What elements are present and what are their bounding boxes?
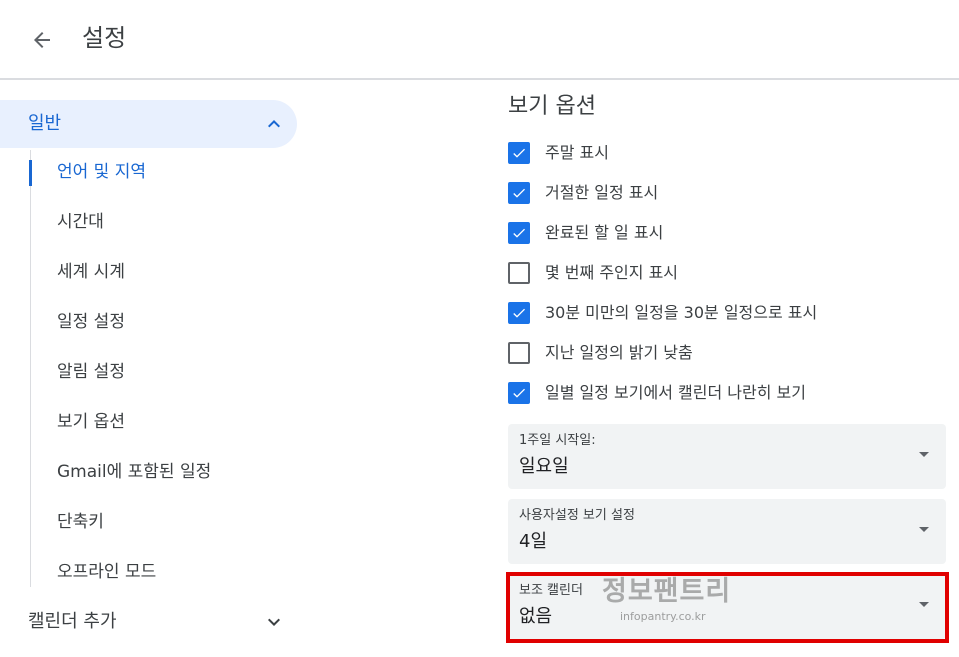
sidebar-item-view-options[interactable]: 보기 옵션 — [30, 400, 290, 444]
back-button[interactable] — [24, 22, 60, 58]
checkbox-label: 30분 미만의 일정을 30분 일정으로 표시 — [545, 303, 818, 322]
checkbox[interactable] — [508, 182, 530, 204]
sidebar-item-label: 단축키 — [57, 512, 104, 532]
section-title: 보기 옵션 — [508, 94, 596, 119]
sidebar-item-label: 언어 및 지역 — [57, 162, 147, 182]
checkmark-icon — [513, 388, 525, 398]
checkmark-icon — [513, 148, 525, 158]
active-indicator — [29, 160, 32, 186]
select-label: 사용자설정 보기 설정 — [519, 508, 635, 523]
sidebar-item-label: 일반 — [28, 113, 62, 134]
checkbox-row-show-weekends[interactable]: 주말 표시 — [506, 138, 946, 168]
sidebar-item-label: 캘린더 추가 — [28, 611, 117, 632]
checkbox[interactable] — [508, 222, 530, 244]
view-options-panel: 보기 옵션 주말 표시 거절한 일정 표시 완료된 할 일 표시 몇 번째 주인… — [506, 80, 959, 657]
sidebar-item-general[interactable]: 일반 — [0, 100, 297, 148]
select-label: 1주일 시작일: — [519, 433, 596, 448]
sidebar-item-timezone[interactable]: 시간대 — [30, 200, 290, 244]
checkmark-icon — [513, 308, 525, 318]
sidebar-item-label: 보기 옵션 — [57, 412, 125, 432]
chevron-up-icon — [268, 120, 280, 128]
checkbox-label: 거절한 일정 표시 — [545, 183, 659, 202]
arrow-left-icon — [34, 32, 50, 48]
checkbox-label: 몇 번째 주인지 표시 — [545, 263, 679, 282]
checkbox-row-show-week-numbers[interactable]: 몇 번째 주인지 표시 — [506, 258, 946, 288]
sidebar-item-label: 일정 설정 — [57, 312, 125, 332]
caret-down-icon — [919, 527, 929, 532]
caret-down-icon — [919, 452, 929, 457]
sidebar-item-shortcuts[interactable]: 단축키 — [30, 500, 290, 544]
checkbox[interactable] — [508, 382, 530, 404]
header: 설정 — [0, 0, 959, 78]
checkbox-label: 완료된 할 일 표시 — [545, 223, 664, 242]
checkbox-row-short-events[interactable]: 30분 미만의 일정을 30분 일정으로 표시 — [506, 298, 946, 328]
checkbox-label: 일별 일정 보기에서 캘린더 나란히 보기 — [545, 383, 806, 402]
sidebar-item-gmail-events[interactable]: Gmail에 포함된 일정 — [30, 450, 290, 494]
checkbox-row-side-by-side[interactable]: 일별 일정 보기에서 캘린더 나란히 보기 — [506, 378, 946, 408]
sidebar-item-label: 오프라인 모드 — [57, 562, 157, 582]
checkmark-icon — [513, 188, 525, 198]
sidebar-item-label: Gmail에 포함된 일정 — [57, 462, 212, 482]
chevron-down-icon — [268, 618, 280, 626]
sidebar-item-label: 시간대 — [57, 212, 104, 232]
checkbox[interactable] — [508, 262, 530, 284]
sidebar-item-world-clock[interactable]: 세계 시계 — [30, 250, 290, 294]
sidebar-item-offline[interactable]: 오프라인 모드 — [30, 550, 290, 594]
checkbox-row-dim-past-events[interactable]: 지난 일정의 밝기 낮춤 — [506, 338, 946, 368]
sidebar-item-label: 세계 시계 — [57, 262, 125, 282]
checkbox[interactable] — [508, 142, 530, 164]
sidebar-item-event-settings[interactable]: 일정 설정 — [30, 300, 290, 344]
week-start-select[interactable]: 1주일 시작일: 일요일 — [508, 424, 946, 489]
sidebar-item-notification-settings[interactable]: 알림 설정 — [30, 350, 290, 394]
select-value: 일요일 — [519, 456, 569, 477]
sidebar-item-label: 알림 설정 — [57, 362, 125, 382]
checkmark-icon — [513, 228, 525, 238]
checkbox-row-show-completed-tasks[interactable]: 완료된 할 일 표시 — [506, 218, 946, 248]
select-value: 4일 — [519, 531, 548, 552]
checkbox[interactable] — [508, 342, 530, 364]
sidebar-item-language-region[interactable]: 언어 및 지역 — [29, 150, 290, 194]
custom-view-select[interactable]: 사용자설정 보기 설정 4일 — [508, 499, 946, 564]
highlight-box — [506, 572, 949, 643]
sidebar: 일반 언어 및 지역 시간대 세계 시계 일정 설정 알림 설정 보기 옵션 G… — [0, 80, 310, 657]
checkbox-label: 주말 표시 — [545, 143, 609, 162]
checkbox-label: 지난 일정의 밝기 낮춤 — [545, 343, 693, 362]
checkbox[interactable] — [508, 302, 530, 324]
page-title: 설정 — [82, 24, 127, 52]
sidebar-item-add-calendar[interactable]: 캘린더 추가 — [0, 598, 297, 646]
checkbox-row-show-declined[interactable]: 거절한 일정 표시 — [506, 178, 946, 208]
